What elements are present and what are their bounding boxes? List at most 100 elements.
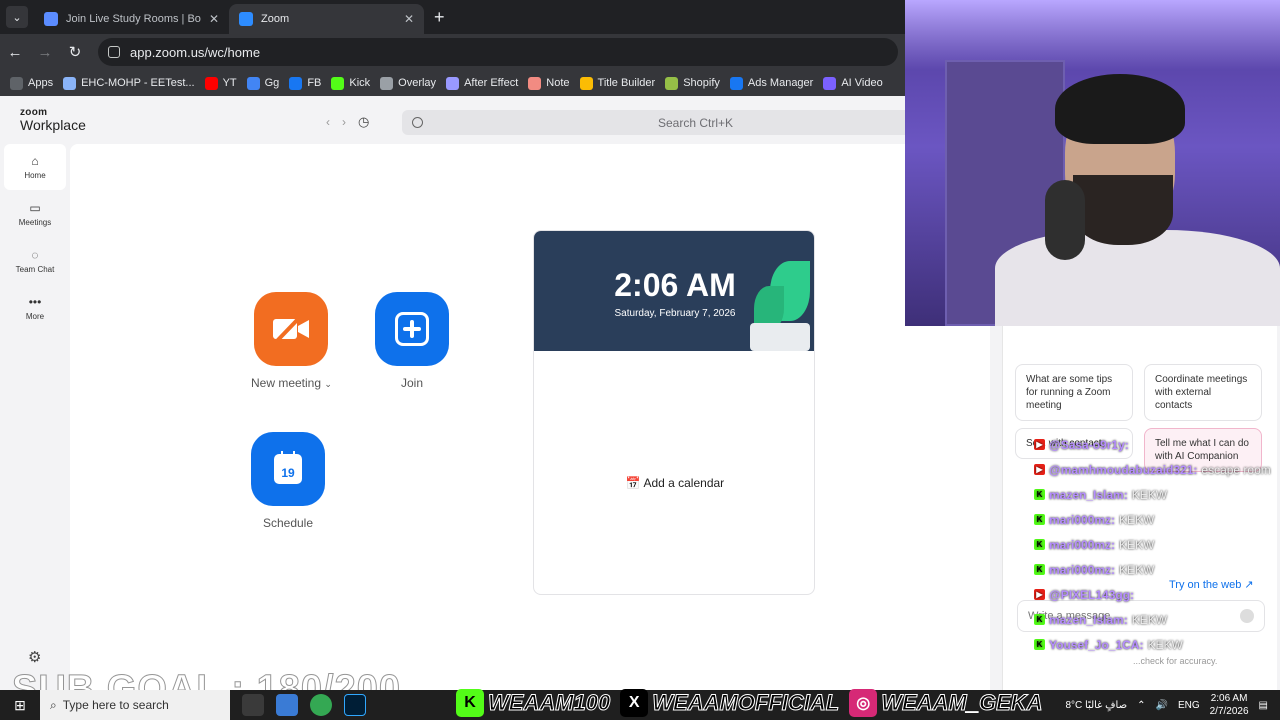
bookmark-favicon-icon [528, 76, 542, 90]
chat-bubble-icon: ◌ [31, 247, 39, 262]
forward-icon[interactable]: → [30, 44, 60, 61]
bookmark-item[interactable]: EHC-MOHP - EETest... [63, 76, 195, 90]
streamer-hair [1055, 74, 1185, 144]
new-meeting-action[interactable]: New meeting ⌄ [251, 292, 332, 390]
bookmark-item[interactable]: Ads Manager [729, 76, 813, 90]
sidebar-item-meetings[interactable]: ▭ Meetings [4, 191, 66, 237]
bookmark-item[interactable]: Overlay [380, 76, 436, 90]
sidebar-item-more[interactable]: ••• More [4, 285, 66, 331]
new-tab-icon[interactable]: + [434, 7, 445, 28]
browser-tab[interactable]: Join Live Study Rooms | Boost P ✕ [34, 4, 229, 34]
bookmark-item[interactable]: Note [528, 76, 570, 90]
history-back-icon[interactable]: ‹ [326, 115, 330, 129]
add-calendar-button[interactable]: 📅 Add a calendar [534, 476, 814, 490]
bookmark-item[interactable]: FB [289, 76, 321, 90]
schedule-label: Schedule [262, 516, 314, 530]
chat-text: escape room [1201, 462, 1271, 477]
address-bar[interactable]: app.zoom.us/wc/home [98, 38, 898, 66]
close-tab-icon[interactable]: ✕ [209, 12, 219, 26]
ai-suggestion-chip[interactable]: Coordinate meetings with external contac… [1144, 364, 1262, 421]
bookmark-label: Shopify [683, 77, 720, 89]
tab-search-icon[interactable]: ⌄ [6, 6, 28, 28]
windows-start-icon[interactable]: ⊞ [0, 697, 40, 714]
chat-text: KEKW [1119, 537, 1155, 552]
search-icon: ⌕ [50, 697, 57, 712]
taskbar-clock[interactable]: 2:06 AM 2/7/2026 [1210, 692, 1249, 718]
ai-disclaimer: ...check for accuracy. [1133, 656, 1218, 666]
join-button[interactable] [375, 292, 449, 366]
chrome-icon[interactable] [310, 694, 332, 716]
social-handle: WEAAM100 [487, 690, 611, 716]
schedule-action[interactable]: 19 Schedule [251, 432, 325, 530]
webcam-feed [905, 0, 1280, 326]
settings-gear-icon[interactable]: ⚙ [28, 648, 41, 666]
bookmark-item[interactable]: Title Builder [579, 76, 655, 90]
social-handles-banner: K WEAAM100 X WEAAMOFFICIAL ◎ WEAAM_GEKA [456, 689, 1049, 717]
bookmark-label: Apps [28, 77, 54, 89]
taskbar-search-input[interactable]: ⌕ Type here to search [40, 690, 230, 720]
volume-icon[interactable]: 🔊 [1155, 700, 1167, 711]
photoshop-icon[interactable] [344, 694, 366, 716]
side-navigation: ⌂ Home ▭ Meetings ◌ Team Chat ••• More [4, 144, 66, 332]
chat-message: ▶ @Sasa-o9r1y: [1034, 432, 1280, 457]
close-tab-icon[interactable]: ✕ [404, 12, 414, 26]
zoom-favicon-icon [239, 12, 253, 26]
back-icon[interactable]: ← [0, 44, 30, 61]
kick-icon: K [1034, 639, 1045, 650]
chat-username: Yousef_Jo_1CA: [1049, 637, 1144, 652]
chat-text: KEKW [1119, 512, 1155, 527]
schedule-button[interactable]: 19 [251, 432, 325, 506]
bookmark-item[interactable]: Shopify [665, 76, 720, 90]
task-view-icon[interactable] [242, 694, 264, 716]
new-meeting-button[interactable] [254, 292, 329, 366]
chat-username: mazen_Islam: [1049, 612, 1128, 627]
tab-title: Join Live Study Rooms | Boost P [66, 13, 201, 25]
bookmark-item[interactable]: Kick [331, 76, 370, 90]
chat-text: KEKW [1131, 487, 1168, 502]
bookmark-favicon-icon [579, 76, 593, 90]
bookmark-favicon-icon [246, 76, 260, 90]
sidebar-item-label: Team Chat [15, 264, 55, 274]
taskbar-search-placeholder: Type here to search [62, 698, 169, 712]
join-label: Join [400, 376, 423, 390]
kick-icon: K [1034, 489, 1045, 500]
sidebar-item-team-chat[interactable]: ◌ Team Chat [4, 238, 66, 284]
language-indicator[interactable]: ENG [1178, 700, 1200, 711]
search-input[interactable]: Search Ctrl+K [402, 110, 912, 135]
bookmark-favicon-icon [729, 76, 743, 90]
tray-chevron-icon[interactable]: ⌃ [1137, 700, 1145, 711]
home-content: New meeting ⌄ Join 19 Schedule 2:06 AM S… [70, 144, 990, 690]
streamer-beard [1073, 175, 1173, 245]
bookmark-label: After Effect [464, 77, 519, 89]
stream-chat-overlay: ▶ @Sasa-o9r1y: ▶ @mamhmoudabuzaid321: escape… [1034, 432, 1280, 657]
plus-icon [395, 312, 429, 346]
reload-icon[interactable]: ↻ [60, 43, 90, 61]
sidebar-item-home[interactable]: ⌂ Home [4, 144, 66, 190]
bookmark-item[interactable]: Gg [246, 76, 279, 90]
file-explorer-icon[interactable] [276, 694, 298, 716]
site-info-icon[interactable] [108, 46, 120, 58]
chat-username: mari000mz: [1049, 537, 1116, 552]
more-icon: ••• [28, 294, 42, 309]
weather-text[interactable]: 8°C صافٍ غالبًا [1065, 700, 1127, 711]
browser-tab-active[interactable]: Zoom ✕ [229, 4, 424, 34]
join-action[interactable]: Join [375, 292, 449, 390]
bookmark-item[interactable]: After Effect [446, 76, 519, 90]
chat-text: KEKW [1131, 612, 1168, 627]
home-icon: ⌂ [31, 153, 39, 168]
youtube-icon: ▶ [1034, 464, 1045, 475]
social-handle: WEAAM_GEKA [881, 690, 1043, 716]
notifications-icon[interactable]: ▤ [1259, 700, 1268, 711]
search-icon [412, 117, 423, 128]
social-platform-icon: K [456, 689, 484, 717]
tab-title: Zoom [261, 13, 290, 25]
kick-icon: K [1034, 514, 1045, 525]
history-forward-icon[interactable]: › [342, 115, 346, 129]
bookmark-item[interactable]: YT [204, 76, 237, 90]
chevron-down-icon[interactable]: ⌄ [324, 379, 332, 389]
ai-suggestion-chip[interactable]: What are some tips for running a Zoom me… [1015, 364, 1133, 421]
bookmark-favicon-icon [204, 76, 218, 90]
recent-history-icon[interactable]: ◷ [358, 114, 369, 130]
bookmark-item[interactable]: Apps [10, 76, 54, 90]
bookmark-item[interactable]: AI Video [823, 76, 883, 90]
